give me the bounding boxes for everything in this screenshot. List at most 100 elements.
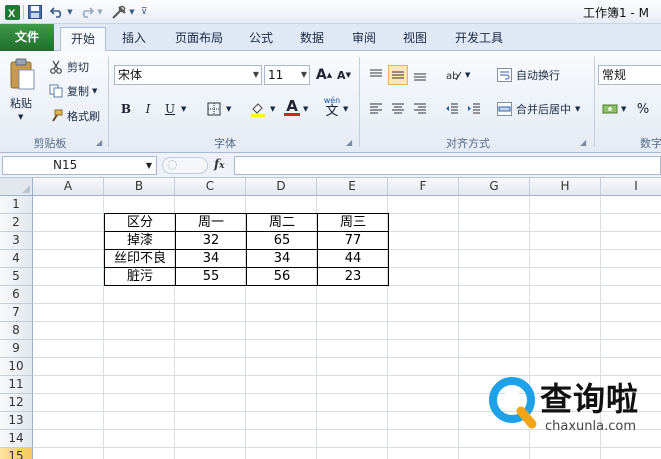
align-top-icon[interactable] xyxy=(366,65,386,85)
copy-dropdown-icon[interactable]: ▼ xyxy=(92,87,97,95)
currency-dropdown-icon[interactable]: ▼ xyxy=(621,105,626,113)
row-header-12[interactable]: 12 xyxy=(0,394,33,412)
column-header-d[interactable]: D xyxy=(246,178,317,196)
font-name-select[interactable]: 宋体 ▼ xyxy=(114,65,262,85)
tab-formulas[interactable]: 公式 xyxy=(243,27,279,51)
tab-file[interactable]: 文件 xyxy=(0,24,54,51)
format-painter-button[interactable]: 格式刷 xyxy=(48,108,100,124)
save-icon[interactable] xyxy=(27,3,43,21)
copy-button[interactable]: 复制 ▼ xyxy=(48,83,97,99)
clipboard-launcher-icon[interactable]: ◢ xyxy=(96,138,102,147)
tab-data[interactable]: 数据 xyxy=(294,27,330,51)
shrink-font-icon[interactable]: A ▼ xyxy=(334,65,354,85)
align-center-icon[interactable] xyxy=(388,99,408,119)
formula-bar-divider[interactable]: ◌ xyxy=(162,157,208,174)
customize-quick-access-icon[interactable]: ⊽ xyxy=(139,3,149,21)
column-header-g[interactable]: G xyxy=(459,178,530,196)
table-cell[interactable]: 23 xyxy=(318,268,388,286)
orientation-dropdown-icon[interactable]: ▼ xyxy=(465,71,470,79)
decrease-indent-icon[interactable] xyxy=(442,99,462,119)
table-cell[interactable]: 55 xyxy=(176,268,246,286)
merge-dropdown-icon[interactable]: ▼ xyxy=(575,105,580,113)
select-all-corner[interactable] xyxy=(0,178,33,196)
table-cell[interactable]: 44 xyxy=(318,250,388,268)
tab-developer[interactable]: 开发工具 xyxy=(447,27,511,51)
align-middle-icon[interactable] xyxy=(388,65,408,85)
percent-button[interactable]: % xyxy=(633,99,653,119)
currency-format-icon[interactable] xyxy=(600,99,620,119)
phonetic-guide-button[interactable]: wén 文 xyxy=(322,96,342,118)
align-left-icon[interactable] xyxy=(366,99,386,119)
tab-home[interactable]: 开始 xyxy=(60,27,106,52)
row-header-2[interactable]: 2 xyxy=(0,214,33,232)
borders-dropdown-icon[interactable]: ▼ xyxy=(226,105,231,113)
paste-dropdown-icon[interactable]: ▼ xyxy=(18,113,23,121)
row-header-8[interactable]: 8 xyxy=(0,322,33,340)
row-header-10[interactable]: 10 xyxy=(0,358,33,376)
orientation-icon[interactable]: ab xyxy=(444,65,464,85)
fill-color-icon[interactable] xyxy=(248,99,268,119)
underline-button[interactable]: U xyxy=(160,99,180,119)
row-header-1[interactable]: 1 xyxy=(0,196,33,214)
table-cell[interactable]: 65 xyxy=(247,232,317,250)
tools-dropdown-icon[interactable]: ▼ xyxy=(128,3,136,21)
table-cell[interactable]: 32 xyxy=(176,232,246,250)
table-header-cell[interactable]: 周一 xyxy=(176,214,246,232)
row-header-4[interactable]: 4 xyxy=(0,250,33,268)
increase-indent-icon[interactable] xyxy=(464,99,484,119)
table-header-cell[interactable]: 周二 xyxy=(247,214,317,232)
column-header-c[interactable]: C xyxy=(175,178,246,196)
redo-icon[interactable] xyxy=(79,3,95,21)
tab-page-layout[interactable]: 页面布局 xyxy=(168,27,230,51)
grow-font-icon[interactable]: A ▲ xyxy=(314,65,334,85)
redo-dropdown-icon[interactable]: ▼ xyxy=(96,3,104,21)
wrap-text-button[interactable]: 自动换行 xyxy=(496,67,560,83)
column-header-e[interactable]: E xyxy=(317,178,388,196)
font-color-dropdown-icon[interactable]: ▼ xyxy=(303,105,308,113)
paste-icon[interactable] xyxy=(6,55,38,95)
table-header-cell[interactable]: 区分 xyxy=(105,214,175,232)
paste-button[interactable]: 粘贴 xyxy=(10,95,32,111)
table-cell[interactable]: 脏污 xyxy=(105,268,175,286)
row-header-11[interactable]: 11 xyxy=(0,376,33,394)
table-cell[interactable]: 34 xyxy=(176,250,246,268)
column-header-a[interactable]: A xyxy=(33,178,104,196)
row-header-6[interactable]: 6 xyxy=(0,286,33,304)
fill-color-dropdown-icon[interactable]: ▼ xyxy=(270,105,275,113)
font-launcher-icon[interactable]: ◢ xyxy=(346,138,352,147)
number-format-select[interactable]: 常规 xyxy=(598,65,661,85)
row-header-5[interactable]: 5 xyxy=(0,268,33,286)
table-cell[interactable]: 掉漆 xyxy=(105,232,175,250)
undo-dropdown-icon[interactable]: ▼ xyxy=(66,3,74,21)
cut-button[interactable]: 剪切 xyxy=(48,59,89,75)
table-cell[interactable]: 34 xyxy=(247,250,317,268)
row-header-15[interactable]: 15 xyxy=(0,448,33,459)
tab-review[interactable]: 审阅 xyxy=(346,27,382,51)
alignment-launcher-icon[interactable]: ◢ xyxy=(580,138,586,147)
font-size-select[interactable]: 11 ▼ xyxy=(264,65,310,85)
tools-icon[interactable] xyxy=(110,3,128,21)
column-header-h[interactable]: H xyxy=(530,178,601,196)
font-color-button[interactable]: A xyxy=(282,97,302,117)
row-header-14[interactable]: 14 xyxy=(0,430,33,448)
tab-view[interactable]: 视图 xyxy=(397,27,433,51)
align-right-icon[interactable] xyxy=(410,99,430,119)
row-header-13[interactable]: 13 xyxy=(0,412,33,430)
insert-function-icon[interactable]: fx xyxy=(214,157,225,171)
italic-button[interactable]: I xyxy=(138,99,158,119)
column-header-b[interactable]: B xyxy=(104,178,175,196)
column-header-f[interactable]: F xyxy=(388,178,459,196)
merge-center-button[interactable]: 合并后居中 ▼ xyxy=(496,101,580,117)
tab-insert[interactable]: 插入 xyxy=(114,27,154,51)
table-header-cell[interactable]: 周三 xyxy=(318,214,388,232)
align-bottom-icon[interactable] xyxy=(410,65,430,85)
underline-dropdown-icon[interactable]: ▼ xyxy=(181,105,186,113)
name-box[interactable]: N15 ▼ xyxy=(2,156,157,175)
formula-input[interactable] xyxy=(234,156,661,175)
phonetic-dropdown-icon[interactable]: ▼ xyxy=(343,105,348,113)
table-cell[interactable]: 56 xyxy=(247,268,317,286)
table-cell[interactable]: 丝印不良 xyxy=(105,250,175,268)
undo-icon[interactable] xyxy=(49,3,65,21)
table-cell[interactable]: 77 xyxy=(318,232,388,250)
cancel-entry-icon[interactable]: ◌ xyxy=(167,157,177,171)
